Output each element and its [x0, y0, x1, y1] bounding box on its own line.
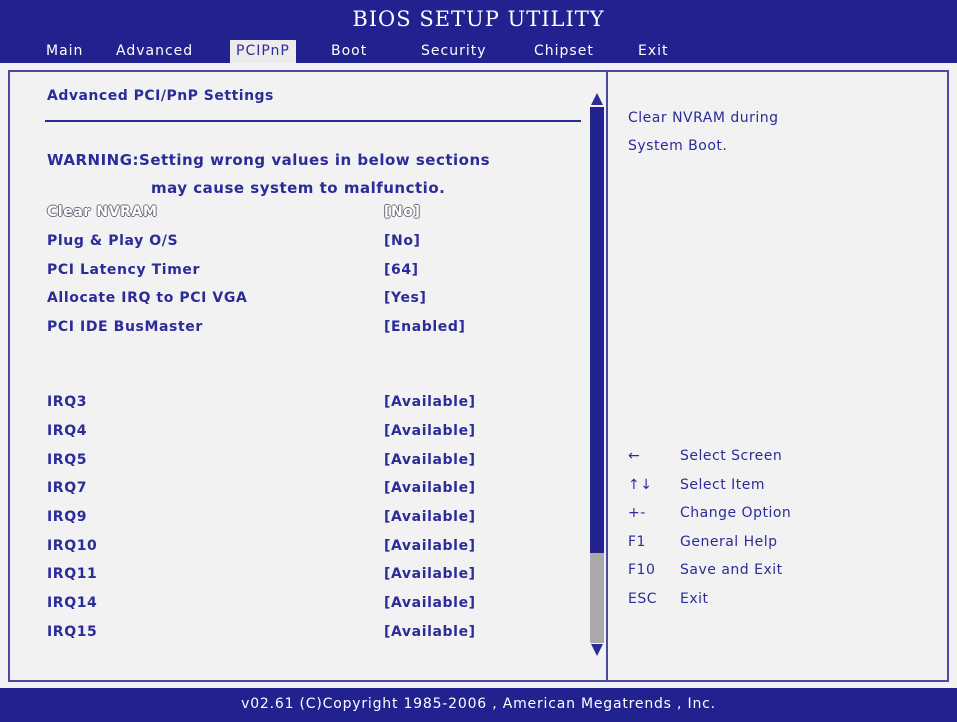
- key-description: Select Screen: [680, 448, 783, 464]
- tab-advanced[interactable]: Advanced: [110, 40, 199, 63]
- warning-line-2: may cause system to malfunctio.: [151, 179, 446, 197]
- up-down-arrow-icon: ↑↓: [628, 477, 653, 493]
- setting-irq10[interactable]: IRQ10 [Available]: [47, 538, 587, 564]
- setting-pci-latency-timer[interactable]: PCI Latency Timer [64]: [47, 262, 587, 288]
- setting-label: IRQ11: [47, 566, 98, 582]
- key-description: Select Item: [680, 477, 766, 493]
- setting-value[interactable]: [Enabled]: [384, 319, 466, 335]
- help-line-2: System Boot.: [628, 138, 728, 154]
- setting-label: IRQ5: [47, 452, 88, 468]
- setting-label: IRQ7: [47, 480, 88, 496]
- setting-value[interactable]: [Available]: [384, 394, 476, 410]
- tab-boot[interactable]: Boot: [325, 40, 373, 63]
- setting-irq3[interactable]: IRQ3 [Available]: [47, 394, 587, 420]
- setting-label: Allocate IRQ to PCI VGA: [47, 290, 248, 306]
- setting-label: Plug & Play O/S: [47, 233, 179, 249]
- setting-plug-and-play-os[interactable]: Plug & Play O/S [No]: [47, 233, 587, 259]
- key-description: General Help: [680, 534, 778, 550]
- tab-exit[interactable]: Exit: [632, 40, 675, 63]
- setting-label: IRQ10: [47, 538, 98, 554]
- menu-tabs: Main Advanced PCIPnP Boot Security Chips…: [0, 40, 957, 63]
- help-text: Clear NVRAM during System Boot.: [628, 104, 928, 160]
- setting-value[interactable]: [Available]: [384, 452, 476, 468]
- setting-irq4[interactable]: IRQ4 [Available]: [47, 423, 587, 449]
- setting-irq7[interactable]: IRQ7 [Available]: [47, 480, 587, 506]
- setting-irq9[interactable]: IRQ9 [Available]: [47, 509, 587, 535]
- setting-value[interactable]: [Available]: [384, 538, 476, 554]
- scroll-up-arrow-icon[interactable]: [591, 93, 603, 105]
- scroll-down-arrow-icon[interactable]: [591, 644, 603, 656]
- setting-value[interactable]: [Available]: [384, 423, 476, 439]
- key-label: F1: [628, 534, 646, 550]
- setting-label: IRQ14: [47, 595, 98, 611]
- tab-chipset[interactable]: Chipset: [528, 40, 600, 63]
- setting-value[interactable]: [Available]: [384, 566, 476, 582]
- scrollbar-thumb[interactable]: [590, 553, 604, 643]
- setting-irq5[interactable]: IRQ5 [Available]: [47, 452, 587, 478]
- setting-label: IRQ4: [47, 423, 88, 439]
- setting-value[interactable]: [Available]: [384, 624, 476, 640]
- app-title: BIOS SETUP UTILITY: [352, 7, 605, 31]
- left-arrow-icon: ←: [628, 448, 641, 464]
- scrollbar[interactable]: [590, 93, 605, 658]
- setting-label: IRQ15: [47, 624, 98, 640]
- warning-line-1: WARNING:Setting wrong values in below se…: [47, 151, 491, 169]
- setting-label: PCI IDE BusMaster: [47, 319, 203, 335]
- setting-label: Clear NVRAM: [47, 204, 158, 220]
- setting-irq14[interactable]: IRQ14 [Available]: [47, 595, 587, 621]
- setting-value[interactable]: [Yes]: [384, 290, 426, 306]
- key-label: ESC: [628, 591, 658, 607]
- setting-irq11[interactable]: IRQ11 [Available]: [47, 566, 587, 592]
- warning-text: WARNING:Setting wrong values in below se…: [47, 146, 567, 202]
- setting-label: PCI Latency Timer: [47, 262, 200, 278]
- setting-value[interactable]: [No]: [384, 233, 421, 249]
- tab-pcipnp[interactable]: PCIPnP: [230, 40, 296, 63]
- setting-pci-ide-busmaster[interactable]: PCI IDE BusMaster [Enabled]: [47, 319, 587, 345]
- heading-rule: [45, 120, 581, 122]
- setting-value[interactable]: [Available]: [384, 480, 476, 496]
- key-description: Change Option: [680, 505, 792, 521]
- setting-value[interactable]: [Available]: [384, 595, 476, 611]
- setting-allocate-irq-vga[interactable]: Allocate IRQ to PCI VGA [Yes]: [47, 290, 587, 316]
- copyright-text: v02.61 (C)Copyright 1985-2006 , American…: [241, 696, 716, 712]
- key-label: F10: [628, 562, 656, 578]
- section-heading: Advanced PCI/PnP Settings: [47, 88, 274, 104]
- setting-label: IRQ9: [47, 509, 88, 525]
- setting-value[interactable]: [No]: [384, 204, 421, 220]
- setting-label: IRQ3: [47, 394, 88, 410]
- tab-main[interactable]: Main: [40, 40, 89, 63]
- help-line-1: Clear NVRAM during: [628, 110, 779, 126]
- key-description: Save and Exit: [680, 562, 783, 578]
- panel-divider: [606, 70, 608, 682]
- tab-security[interactable]: Security: [415, 40, 493, 63]
- setting-value[interactable]: [Available]: [384, 509, 476, 525]
- setting-clear-nvram[interactable]: Clear NVRAM [No]: [47, 204, 587, 230]
- setting-value[interactable]: [64]: [384, 262, 419, 278]
- key-description: Exit: [680, 591, 709, 607]
- setting-irq15[interactable]: IRQ15 [Available]: [47, 624, 587, 650]
- scrollbar-track[interactable]: [590, 107, 604, 553]
- key-label: +-: [628, 505, 646, 521]
